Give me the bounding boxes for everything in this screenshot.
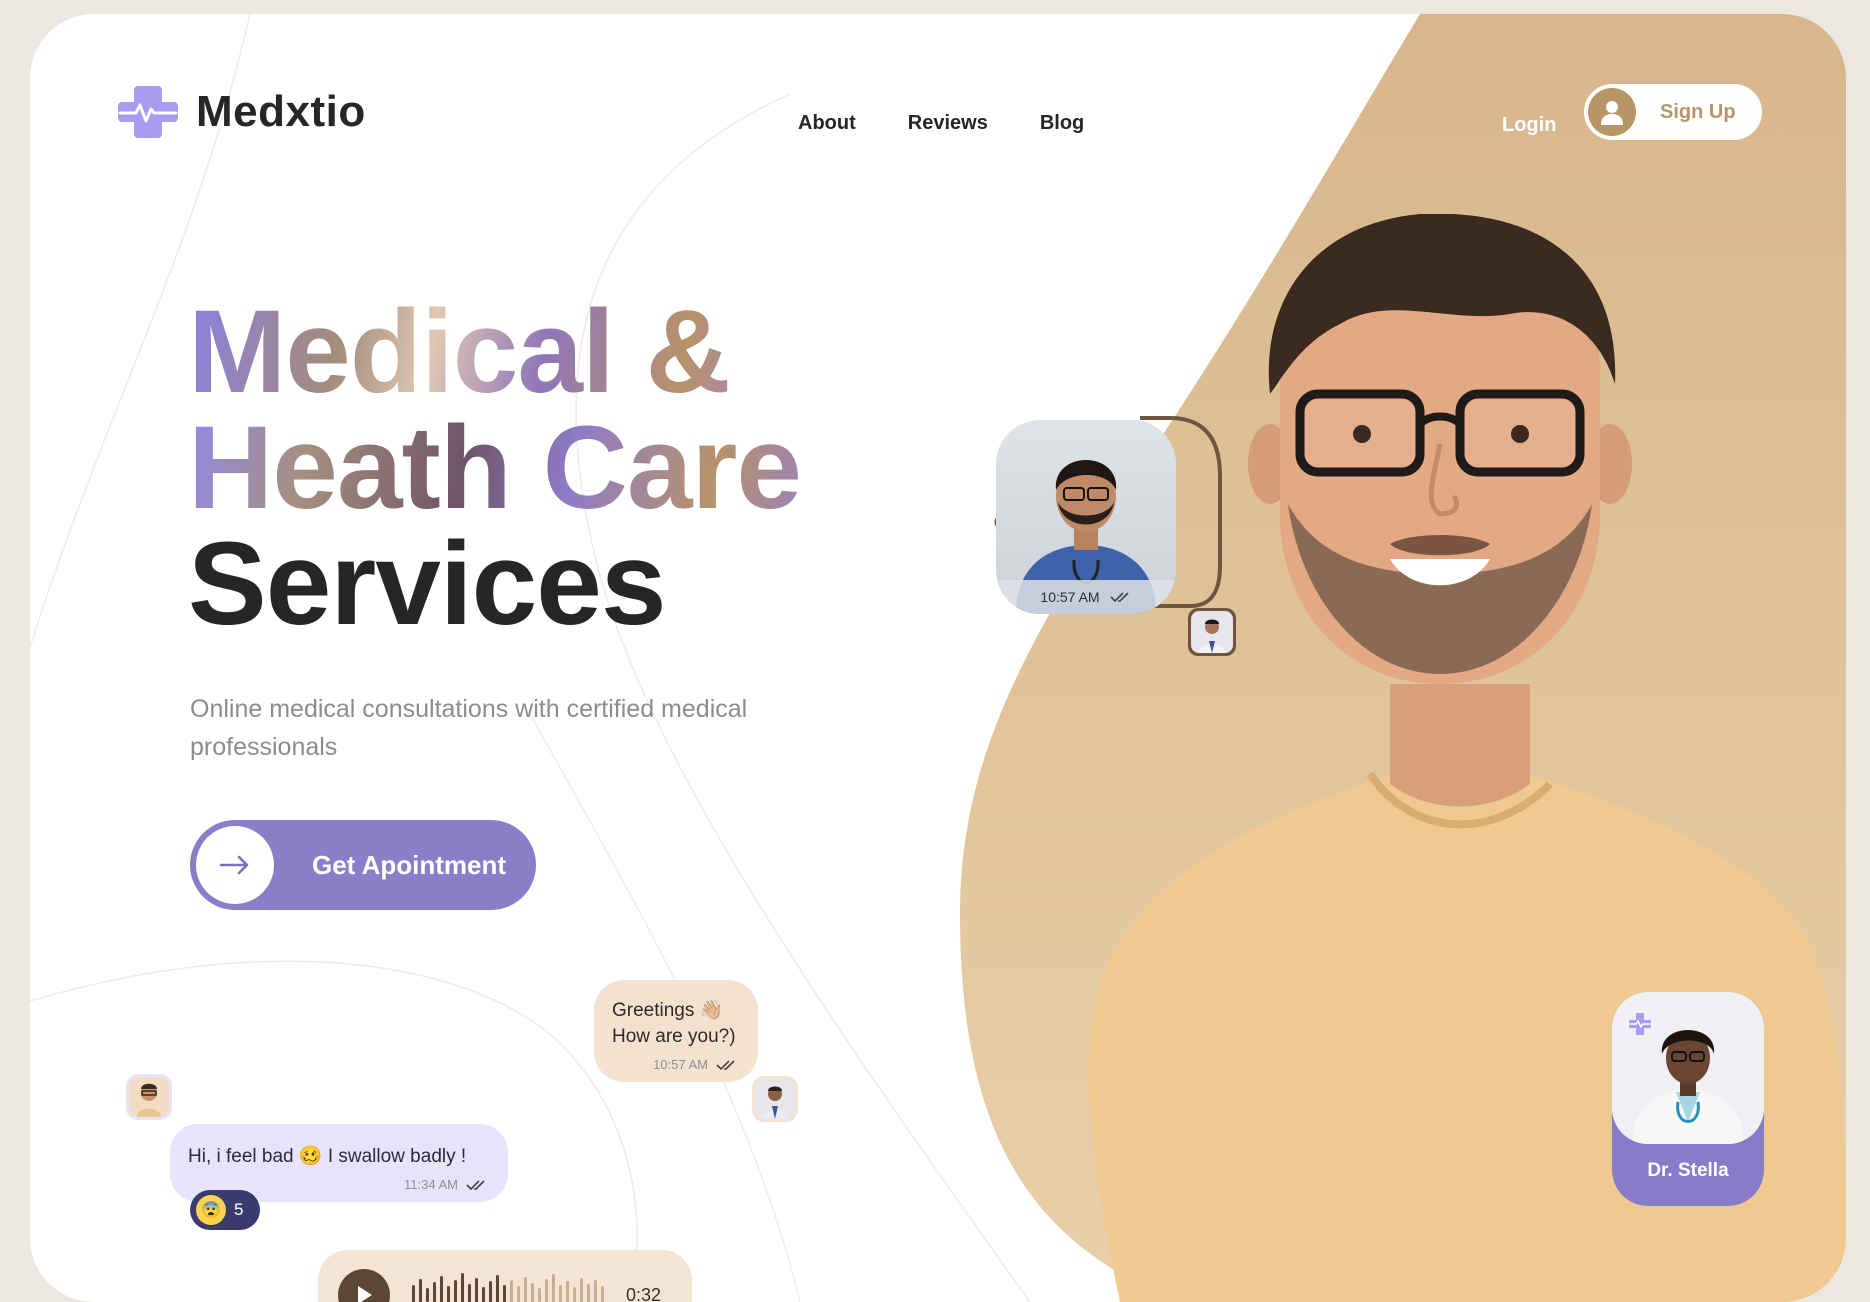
chat-bubble-greeting: Greetings 👋🏼 How are you?) 10:57 AM (594, 980, 758, 1082)
get-appointment-button[interactable]: Get Apointment (190, 820, 536, 910)
greeting-meta: 10:57 AM (653, 1057, 738, 1072)
doctor-card[interactable]: Dr. Stella (1612, 992, 1764, 1206)
voice-message: 0:32 (318, 1250, 692, 1302)
call-time: 10:57 AM (1040, 589, 1100, 605)
patient-avatar-small (126, 1074, 172, 1120)
caller-avatar-small (1188, 608, 1236, 656)
doctor-name: Dr. Stella (1647, 1160, 1729, 1181)
audio-waveform[interactable] (412, 1269, 604, 1302)
main-nav: About Reviews Blog (798, 112, 1084, 135)
hero-title-line-3: Services (188, 518, 667, 650)
doctor-avatar-small (752, 1076, 798, 1122)
greeting-line-1: Greetings 👋🏼 (612, 1000, 724, 1021)
medical-cross-pulse-icon (118, 86, 178, 138)
hero-subtitle: Online medical consultations with certif… (190, 695, 748, 761)
medical-cross-icon (1629, 1013, 1651, 1035)
message-meta: 11:34 AM (404, 1177, 488, 1192)
video-call-card[interactable]: 10:57 AM (996, 420, 1176, 614)
reaction-badge[interactable]: 😨 5 (190, 1190, 260, 1230)
double-check-icon (716, 1059, 735, 1070)
message-time: 11:34 AM (404, 1177, 458, 1192)
arrow-right-icon (196, 826, 274, 904)
call-time-bar: 10:57 AM (996, 580, 1176, 614)
hero-title: Medical & Heath Care Services (188, 293, 802, 650)
voice-duration: 0:32 (626, 1284, 662, 1302)
nav-blog[interactable]: Blog (1040, 112, 1084, 135)
double-check-icon (466, 1179, 485, 1190)
nav-about[interactable]: About (798, 112, 856, 135)
hero-title-line-2: Heath Care (188, 402, 802, 534)
user-icon (1588, 88, 1636, 136)
nav-reviews[interactable]: Reviews (908, 112, 988, 135)
hero-title-line-1: Medical & (188, 293, 801, 411)
login-link[interactable]: Login (1502, 114, 1556, 137)
reaction-emoji: 😨 (196, 1195, 226, 1225)
signup-label: Sign Up (1660, 100, 1736, 123)
brand-logo[interactable]: Medxtio (118, 82, 366, 142)
double-check-icon (1110, 592, 1129, 603)
reaction-count: 5 (234, 1200, 244, 1219)
brand-name: Medxtio (196, 87, 366, 136)
greeting-line-2: How are you?) (612, 1026, 736, 1047)
signup-button[interactable]: Sign Up (1584, 84, 1762, 140)
doctor-photo (1612, 992, 1764, 1144)
message-text: Hi, i feel bad 🥴 I swallow badly ! (188, 1146, 467, 1167)
landing-frame: Medxtio About Reviews Blog Login Sign Up… (30, 14, 1846, 1302)
get-appointment-label: Get Apointment (312, 849, 507, 880)
greeting-time: 10:57 AM (653, 1057, 708, 1072)
play-icon[interactable] (338, 1269, 390, 1302)
